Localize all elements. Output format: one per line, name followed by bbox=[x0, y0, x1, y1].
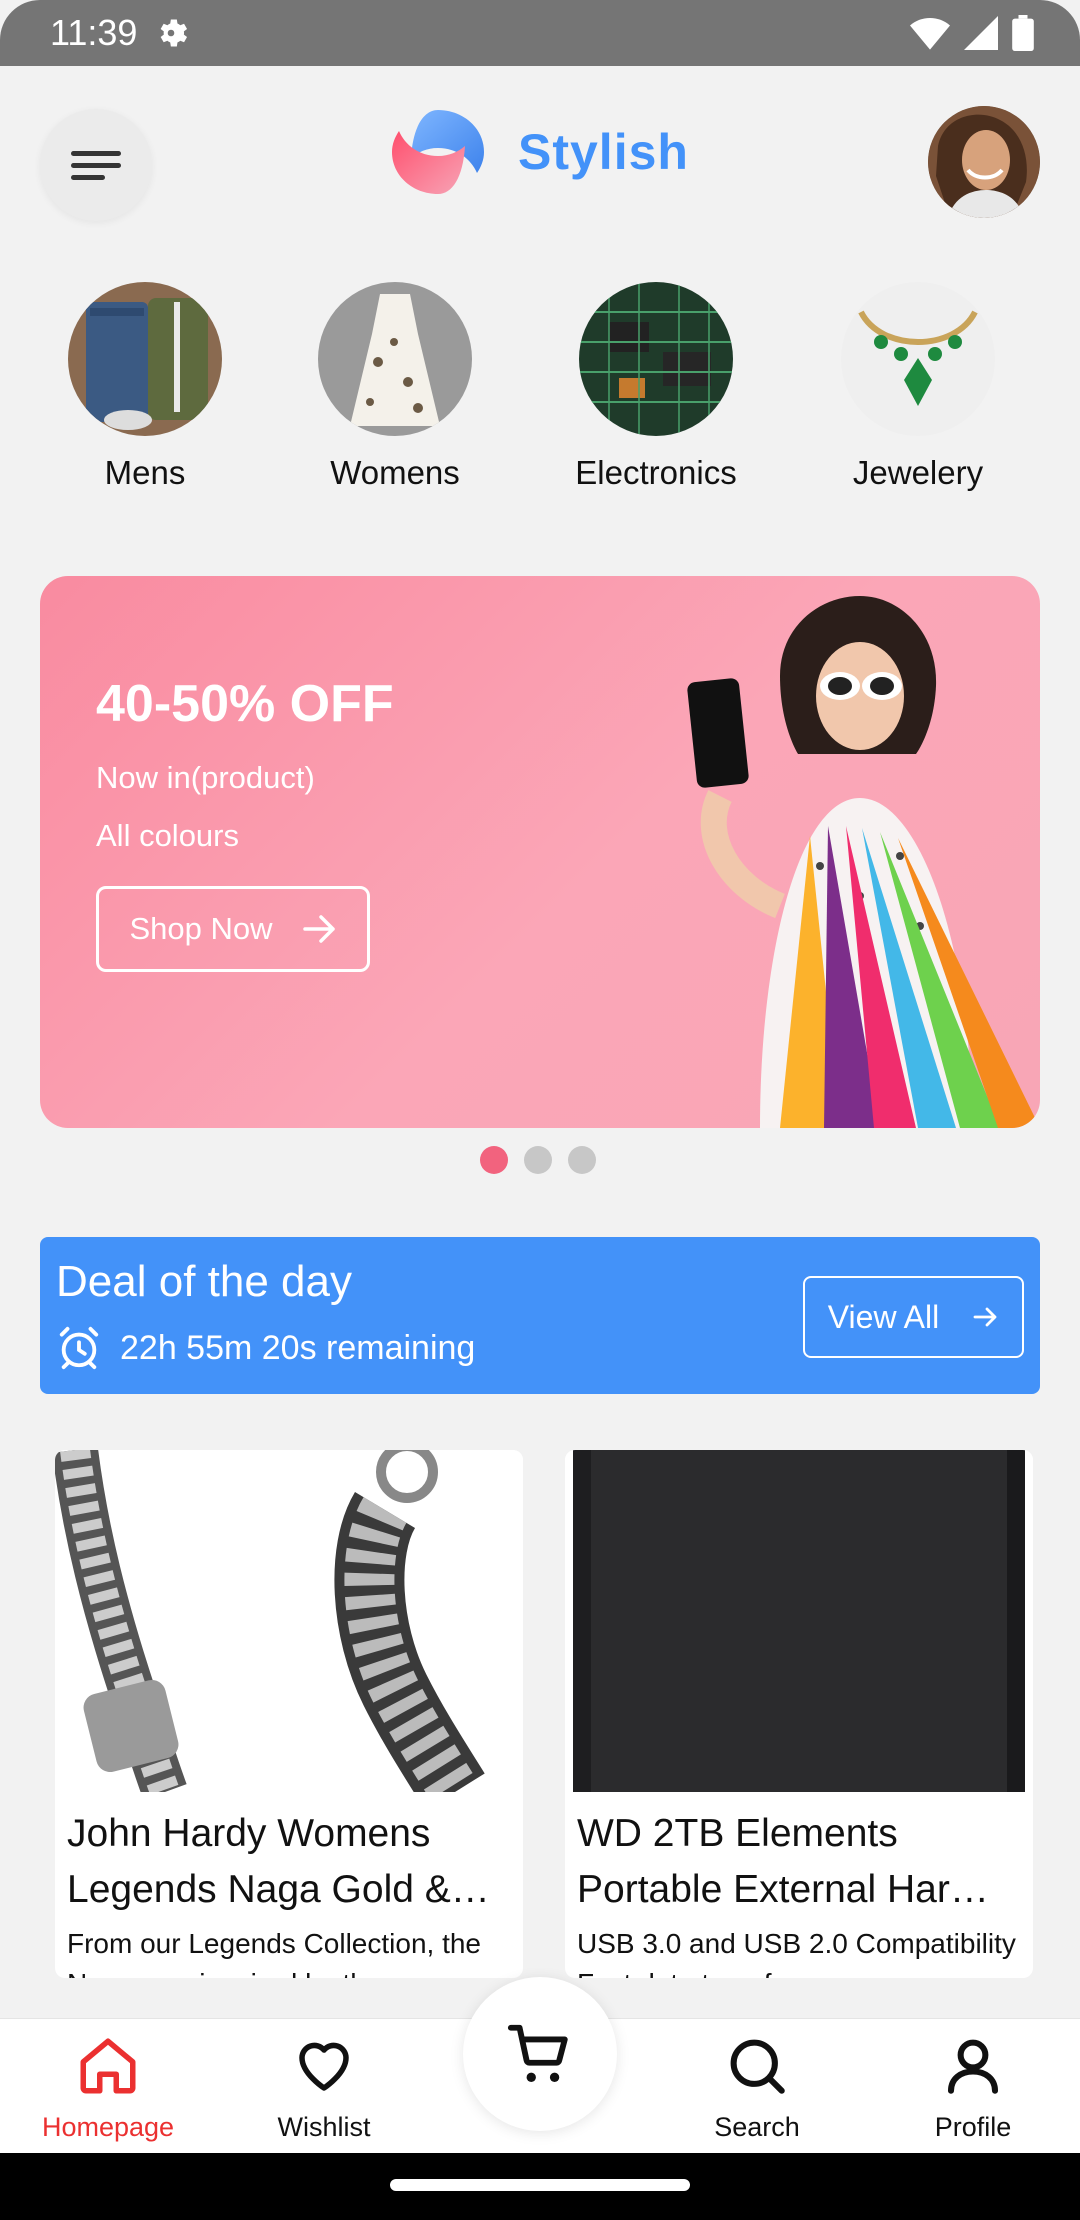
cellular-signal-icon bbox=[964, 16, 998, 50]
view-all-label: View All bbox=[827, 1298, 940, 1335]
product-name: WD 2TB Elements Portable External Har… bbox=[577, 1812, 989, 1911]
product-card[interactable]: WD 2TB Elements Portable External Har… U… bbox=[565, 1450, 1033, 1978]
banner-headline: 40-50% OFF bbox=[96, 675, 394, 733]
product-image bbox=[55, 1450, 523, 1792]
banner-subtitle-1: Now in(product) bbox=[96, 760, 315, 795]
menu-button[interactable] bbox=[40, 109, 152, 221]
category-womens-image bbox=[318, 282, 472, 436]
category-label: Jewelery bbox=[852, 454, 984, 491]
avatar-photo bbox=[928, 106, 1040, 218]
shop-now-label: Shop Now bbox=[129, 911, 273, 946]
category-jewelery[interactable]: Jewelery bbox=[818, 282, 1018, 492]
product-name: John Hardy Womens Legends Naga Gold &… bbox=[67, 1812, 490, 1911]
banner-subtitle-2: All colours bbox=[96, 818, 239, 853]
search-icon bbox=[730, 2039, 785, 2094]
wifi-icon bbox=[910, 18, 950, 50]
product-description: From our Legends Collection, the Naga wa… bbox=[67, 1928, 481, 1978]
category-label: Electronics bbox=[575, 454, 737, 491]
clock: 11:39 bbox=[50, 12, 138, 53]
heart-icon bbox=[299, 2042, 349, 2091]
banner-carousel-indicator bbox=[480, 1146, 596, 1174]
carousel-dot-active[interactable] bbox=[480, 1146, 508, 1174]
product-image bbox=[565, 1450, 1033, 1792]
carousel-dot[interactable] bbox=[568, 1146, 596, 1174]
status-bar: 11:39 bbox=[0, 0, 1080, 66]
top-app-bar: Stylish bbox=[0, 66, 1080, 256]
user-icon bbox=[947, 2039, 999, 2094]
settings-gear-icon bbox=[161, 19, 188, 47]
deal-timer: 22h 55m 20s remaining bbox=[56, 1325, 475, 1371]
category-mens[interactable]: Mens bbox=[45, 282, 245, 492]
category-label: Mens bbox=[104, 454, 186, 491]
banner-model-image bbox=[687, 596, 1040, 1128]
arrow-right-icon bbox=[973, 1307, 997, 1327]
product-description: USB 3.0 and USB 2.0 Compatibility Fast d… bbox=[577, 1928, 1016, 1978]
home-icon bbox=[80, 2038, 136, 2094]
system-gesture-bar bbox=[0, 2153, 1080, 2220]
promo-banner[interactable]: 40-50% OFF Now in(product) All colours S… bbox=[40, 576, 1040, 1128]
category-row: Mens Womens Electronics Jewelery bbox=[0, 282, 1080, 502]
app-logo: Stylish bbox=[382, 106, 689, 198]
category-womens[interactable]: Womens bbox=[295, 282, 495, 492]
nav-homepage[interactable]: Homepage bbox=[8, 2033, 208, 2143]
deal-title: Deal of the day bbox=[56, 1257, 352, 1306]
shopping-cart-icon bbox=[507, 2024, 568, 2082]
nav-label: Wishlist bbox=[277, 2112, 371, 2142]
nav-label: Profile bbox=[934, 2112, 1012, 2142]
carousel-dot[interactable] bbox=[524, 1146, 552, 1174]
category-mens-image bbox=[68, 282, 222, 436]
alarm-clock-icon bbox=[59, 1326, 99, 1370]
category-label: Womens bbox=[330, 454, 460, 491]
view-all-button[interactable]: View All bbox=[803, 1276, 1024, 1358]
shop-now-button[interactable]: Shop Now bbox=[96, 886, 370, 972]
app-name: Stylish bbox=[518, 124, 689, 180]
battery-icon bbox=[1012, 15, 1034, 51]
product-card[interactable]: John Hardy Womens Legends Naga Gold &… F… bbox=[55, 1450, 523, 1978]
stylish-logo-icon bbox=[392, 110, 484, 194]
nav-wishlist[interactable]: Wishlist bbox=[224, 2033, 424, 2143]
cart-button[interactable] bbox=[463, 1977, 617, 2131]
category-jewelery-image bbox=[841, 282, 995, 436]
user-avatar[interactable] bbox=[928, 106, 1040, 218]
nav-profile[interactable]: Profile bbox=[873, 2033, 1073, 2143]
arrow-right-icon bbox=[302, 915, 335, 943]
nav-label: Search bbox=[714, 2112, 800, 2142]
nav-label: Homepage bbox=[41, 2112, 175, 2142]
nav-search[interactable]: Search bbox=[657, 2033, 857, 2143]
hamburger-menu-icon bbox=[71, 151, 121, 180]
deal-of-the-day-bar: Deal of the day 22h 55m 20s remaining Vi… bbox=[40, 1237, 1040, 1394]
home-gesture-handle[interactable] bbox=[390, 2179, 690, 2191]
category-electronics[interactable]: Electronics bbox=[556, 282, 756, 492]
category-electronics-image bbox=[579, 282, 733, 436]
deal-timer-text: 22h 55m 20s remaining bbox=[120, 1328, 476, 1367]
